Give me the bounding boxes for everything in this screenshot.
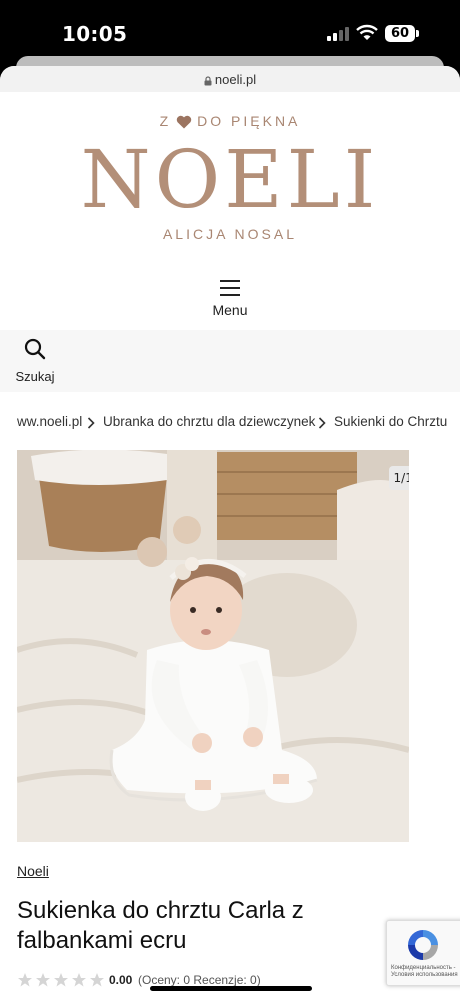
rating-counts[interactable]: (Oceny: 0 Recenzje: 0) [138, 973, 261, 987]
search-icon [24, 338, 46, 360]
cellular-signal-icon [327, 27, 349, 41]
recaptcha-icon [408, 930, 438, 960]
image-counter: 1/12 [389, 466, 409, 490]
chevron-right-icon [318, 417, 326, 429]
logo-subtitle: ALICJA NOSAL [162, 226, 298, 242]
url-display[interactable]: noeli.pl [0, 72, 460, 87]
product-photo [17, 450, 409, 842]
breadcrumb-category[interactable]: Ubranka do chrztu dla dziewczynek [103, 414, 315, 429]
star-icon [36, 973, 50, 987]
tagline-end: DO PIĘKNA [197, 113, 301, 129]
star-icon [90, 973, 104, 987]
breadcrumb: ww.noeli.pl Ubranka do chrztu dla dziewc… [0, 406, 460, 436]
product-title: Sukienka do chrztu Carla z falbankami ec… [17, 897, 304, 954]
logo-tagline: Z DO PIĘKNA [0, 113, 460, 129]
browser-page: noeli.pl Z DO PIĘKNA NOELI ALICJA NOSAL … [0, 66, 460, 1000]
chevron-right-icon [87, 417, 95, 429]
star-icon [72, 973, 86, 987]
menu-button[interactable]: Menu [190, 278, 270, 320]
star-rating-icon [18, 973, 104, 987]
search-label: Szukaj [15, 369, 55, 384]
status-time: 10:05 [62, 22, 128, 46]
hamburger-icon [220, 280, 240, 296]
rating-value: 0.00 [109, 973, 133, 987]
url-text: noeli.pl [214, 72, 257, 87]
address-bar[interactable]: noeli.pl [0, 66, 460, 92]
battery-level: 60 [390, 26, 410, 41]
star-icon [18, 973, 32, 987]
breadcrumb-home[interactable]: ww.noeli.pl [17, 414, 82, 429]
tagline-start: Z [159, 113, 172, 129]
star-icon [54, 973, 68, 987]
breadcrumb-subcategory[interactable]: Sukienki do Chrztu [334, 414, 447, 429]
brand-link[interactable]: Noeli [17, 863, 49, 879]
status-bar: 10:05 60 [0, 0, 460, 60]
product-image-gallery[interactable]: 1/12 [17, 450, 409, 842]
battery-icon: 60 [385, 25, 415, 42]
site-logo[interactable]: NOELI [0, 132, 460, 228]
home-indicator[interactable] [150, 986, 312, 991]
heart-icon [176, 116, 192, 129]
battery-tip [416, 30, 419, 37]
recaptcha-badge[interactable]: Конфиденциальность - Условия использован… [386, 920, 460, 986]
recaptcha-privacy-text[interactable]: Конфиденциальность - Условия использован… [391, 965, 460, 979]
menu-label: Menu [212, 302, 248, 318]
lock-icon [204, 75, 212, 86]
search-bar-area: Szukaj [0, 330, 460, 392]
wifi-icon [356, 24, 378, 40]
search-button[interactable]: Szukaj [12, 338, 62, 384]
